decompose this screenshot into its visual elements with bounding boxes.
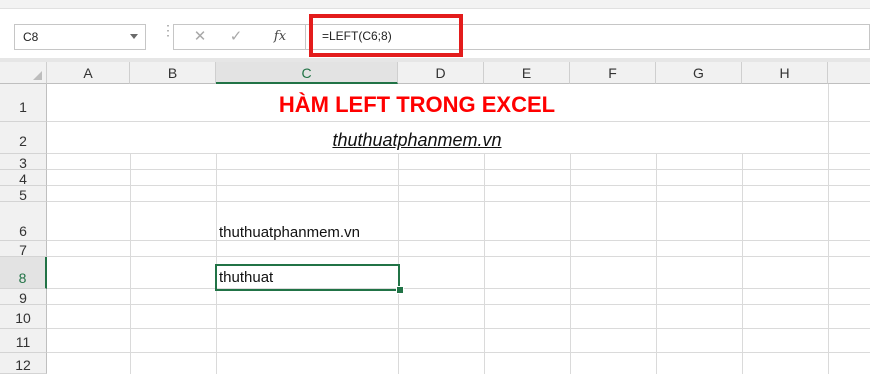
gridline	[47, 256, 870, 257]
enter-icon[interactable]: ✓	[226, 25, 246, 49]
row-header-10[interactable]: 10	[0, 305, 47, 329]
row-header-12[interactable]: 12	[0, 353, 47, 374]
gridline	[47, 352, 870, 353]
column-header-a[interactable]: A	[47, 62, 130, 84]
column-header-b[interactable]: B	[130, 62, 216, 84]
gridline	[47, 328, 870, 329]
gridline	[47, 185, 870, 186]
insert-function-button[interactable]: fx	[268, 25, 292, 49]
row-header-2[interactable]: 2	[0, 122, 47, 154]
column-header-f[interactable]: F	[570, 62, 656, 84]
row-header-9[interactable]: 9	[0, 289, 47, 306]
gridline	[47, 304, 870, 305]
row-header-4[interactable]: 4	[0, 170, 47, 187]
cell-c6-text: thuthuatphanmem.vn	[219, 224, 360, 241]
name-box-value: C8	[23, 30, 39, 44]
column-header-c[interactable]: C	[216, 62, 398, 84]
gridline	[828, 84, 829, 374]
row-header-1[interactable]: 1	[0, 84, 47, 122]
row-header-3[interactable]: 3	[0, 154, 47, 171]
column-header-g[interactable]: G	[656, 62, 742, 84]
formula-bar: C8 ⋮ ✕ ✓ fx =LEFT(C6;8)	[0, 0, 870, 58]
column-header-h[interactable]: H	[742, 62, 828, 84]
row-header-6[interactable]: 6	[0, 202, 47, 241]
worksheet-grid[interactable]: A B C D E F G H 1 2 3 4 5 6 7 8 9 10 11 …	[0, 58, 870, 374]
name-box[interactable]: C8	[14, 24, 146, 50]
gridline	[47, 153, 870, 154]
column-header-d[interactable]: D	[398, 62, 484, 84]
select-all-button[interactable]	[0, 62, 47, 84]
active-cell-border[interactable]	[215, 264, 400, 291]
chevron-down-icon[interactable]	[130, 34, 138, 39]
gridline	[47, 240, 870, 241]
row-header-8[interactable]: 8	[0, 257, 47, 289]
column-header-partial[interactable]	[828, 62, 870, 84]
gridline	[47, 169, 870, 170]
cancel-icon[interactable]: ✕	[190, 25, 210, 49]
fill-handle[interactable]	[396, 286, 404, 294]
corner-triangle-icon	[33, 71, 42, 80]
sheet-title: HÀM LEFT TRONG EXCEL	[278, 92, 556, 117]
gridline	[47, 201, 870, 202]
formula-highlight-box	[309, 14, 463, 57]
gridline	[47, 288, 870, 289]
ribbon-edge	[0, 0, 870, 9]
row-header-7[interactable]: 7	[0, 241, 47, 258]
sheet-subtitle: thuthuatphanmem.vn	[332, 130, 502, 150]
row-header-11[interactable]: 11	[0, 329, 47, 353]
row-header-5[interactable]: 5	[0, 186, 47, 203]
column-header-e[interactable]: E	[484, 62, 570, 84]
